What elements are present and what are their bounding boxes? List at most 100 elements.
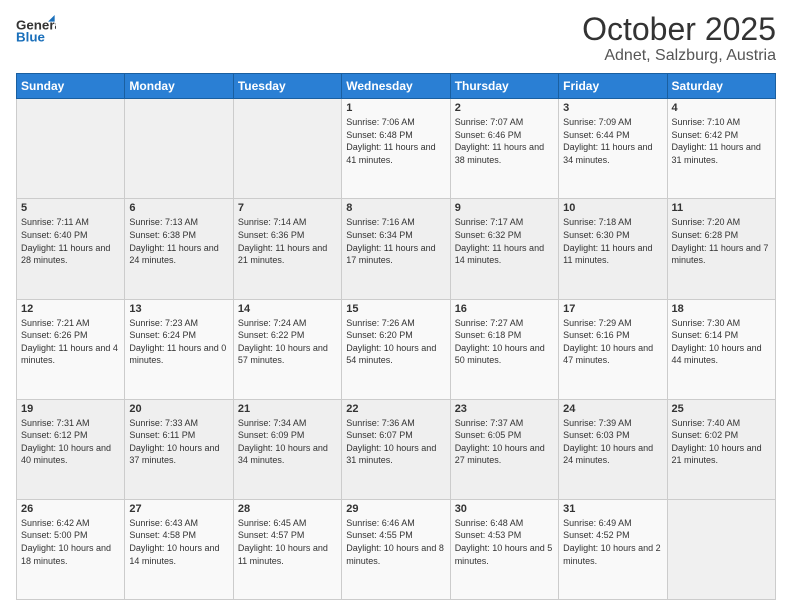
- day-info: Sunrise: 7:27 AM Sunset: 6:18 PM Dayligh…: [455, 317, 554, 367]
- day-number: 25: [672, 403, 771, 415]
- day-cell: 10 Sunrise: 7:18 AM Sunset: 6:30 PM Dayli…: [559, 199, 667, 299]
- day-number: 16: [455, 303, 554, 315]
- day-cell: 16 Sunrise: 7:27 AM Sunset: 6:18 PM Dayli…: [450, 299, 558, 399]
- col-thursday: Thursday: [450, 74, 558, 99]
- day-cell: 6 Sunrise: 7:13 AM Sunset: 6:38 PM Daylig…: [125, 199, 233, 299]
- day-number: 9: [455, 202, 554, 214]
- day-cell: 29 Sunrise: 6:46 AM Sunset: 4:55 PM Dayli…: [342, 499, 450, 599]
- day-info: Sunrise: 6:48 AM Sunset: 4:53 PM Dayligh…: [455, 517, 554, 567]
- col-friday: Friday: [559, 74, 667, 99]
- day-cell: 15Sunrise: 7:26 AM Sunset: 6:20 PM Dayli…: [342, 299, 450, 399]
- day-info: Sunrise: 6:42 AM Sunset: 5:00 PM Dayligh…: [21, 517, 120, 567]
- day-cell: [17, 99, 125, 199]
- day-number: 14: [238, 303, 337, 315]
- day-number: 17: [563, 303, 662, 315]
- day-number: 13: [129, 303, 228, 315]
- day-info: Sunrise: 6:46 AM Sunset: 4:55 PM Dayligh…: [346, 517, 445, 567]
- day-cell: 12 Sunrise: 7:21 AM Sunset: 6:26 PM Dayli…: [17, 299, 125, 399]
- day-number: 2: [455, 102, 554, 114]
- day-cell: [125, 99, 233, 199]
- title-block: October 2025 Adnet, Salzburg, Austria: [582, 12, 776, 65]
- day-number: 6: [129, 202, 228, 214]
- day-number: 12: [21, 303, 120, 315]
- day-number: 20: [129, 403, 228, 415]
- day-info: Sunrise: 7:23 AM Sunset: 6:24 PM Dayligh…: [129, 317, 228, 367]
- svg-text:Blue: Blue: [16, 30, 45, 45]
- col-wednesday: Wednesday: [342, 74, 450, 99]
- day-info: Sunrise: 7:34 AM Sunset: 6:09 PM Dayligh…: [238, 417, 337, 467]
- header: General Blue October 2025 Adnet, Salzbur…: [16, 12, 776, 65]
- day-cell: 13 Sunrise: 7:23 AM Sunset: 6:24 PM Dayli…: [125, 299, 233, 399]
- day-info: Sunrise: 7:14 AM Sunset: 6:36 PM Dayligh…: [238, 216, 337, 266]
- col-tuesday: Tuesday: [233, 74, 341, 99]
- day-info: Sunrise: 6:45 AM Sunset: 4:57 PM Dayligh…: [238, 517, 337, 567]
- day-number: 19: [21, 403, 120, 415]
- day-info: Sunrise: 7:13 AM Sunset: 6:38 PM Dayligh…: [129, 216, 228, 266]
- day-cell: 4Sunrise: 7:10 AM Sunset: 6:42 PM Daylig…: [667, 99, 775, 199]
- day-cell: 18Sunrise: 7:30 AM Sunset: 6:14 PM Dayli…: [667, 299, 775, 399]
- day-number: 5: [21, 202, 120, 214]
- day-number: 29: [346, 503, 445, 515]
- day-number: 21: [238, 403, 337, 415]
- day-info: Sunrise: 7:36 AM Sunset: 6:07 PM Dayligh…: [346, 417, 445, 467]
- day-info: Sunrise: 7:18 AM Sunset: 6:30 PM Dayligh…: [563, 216, 662, 266]
- day-cell: 3 Sunrise: 7:09 AM Sunset: 6:44 PM Daylig…: [559, 99, 667, 199]
- day-cell: 19Sunrise: 7:31 AM Sunset: 6:12 PM Dayli…: [17, 399, 125, 499]
- day-number: 23: [455, 403, 554, 415]
- day-cell: 28 Sunrise: 6:45 AM Sunset: 4:57 PM Dayli…: [233, 499, 341, 599]
- week-row-0: 1Sunrise: 7:06 AM Sunset: 6:48 PM Daylig…: [17, 99, 776, 199]
- day-info: Sunrise: 7:33 AM Sunset: 6:11 PM Dayligh…: [129, 417, 228, 467]
- day-number: 15: [346, 303, 445, 315]
- day-info: Sunrise: 6:43 AM Sunset: 4:58 PM Dayligh…: [129, 517, 228, 567]
- day-number: 24: [563, 403, 662, 415]
- col-sunday: Sunday: [17, 74, 125, 99]
- calendar-body: 1Sunrise: 7:06 AM Sunset: 6:48 PM Daylig…: [17, 99, 776, 600]
- day-number: 22: [346, 403, 445, 415]
- week-row-3: 19Sunrise: 7:31 AM Sunset: 6:12 PM Dayli…: [17, 399, 776, 499]
- day-info: Sunrise: 6:49 AM Sunset: 4:52 PM Dayligh…: [563, 517, 662, 567]
- col-saturday: Saturday: [667, 74, 775, 99]
- day-cell: 7 Sunrise: 7:14 AM Sunset: 6:36 PM Daylig…: [233, 199, 341, 299]
- day-info: Sunrise: 7:20 AM Sunset: 6:28 PM Dayligh…: [672, 216, 771, 266]
- day-info: Sunrise: 7:10 AM Sunset: 6:42 PM Dayligh…: [672, 116, 771, 166]
- header-row: Sunday Monday Tuesday Wednesday Thursday…: [17, 74, 776, 99]
- calendar-table: Sunday Monday Tuesday Wednesday Thursday…: [16, 73, 776, 600]
- day-info: Sunrise: 7:39 AM Sunset: 6:03 PM Dayligh…: [563, 417, 662, 467]
- day-number: 26: [21, 503, 120, 515]
- day-cell: 1Sunrise: 7:06 AM Sunset: 6:48 PM Daylig…: [342, 99, 450, 199]
- day-info: Sunrise: 7:09 AM Sunset: 6:44 PM Dayligh…: [563, 116, 662, 166]
- day-info: Sunrise: 7:17 AM Sunset: 6:32 PM Dayligh…: [455, 216, 554, 266]
- day-cell: 25 Sunrise: 7:40 AM Sunset: 6:02 PM Dayli…: [667, 399, 775, 499]
- day-number: 1: [346, 102, 445, 114]
- day-cell: 5 Sunrise: 7:11 AM Sunset: 6:40 PM Daylig…: [17, 199, 125, 299]
- day-info: Sunrise: 7:11 AM Sunset: 6:40 PM Dayligh…: [21, 216, 120, 266]
- day-info: Sunrise: 7:07 AM Sunset: 6:46 PM Dayligh…: [455, 116, 554, 166]
- day-number: 27: [129, 503, 228, 515]
- day-number: 30: [455, 503, 554, 515]
- day-cell: 21 Sunrise: 7:34 AM Sunset: 6:09 PM Dayli…: [233, 399, 341, 499]
- day-cell: [233, 99, 341, 199]
- day-number: 3: [563, 102, 662, 114]
- day-number: 28: [238, 503, 337, 515]
- day-info: Sunrise: 7:16 AM Sunset: 6:34 PM Dayligh…: [346, 216, 445, 266]
- week-row-2: 12 Sunrise: 7:21 AM Sunset: 6:26 PM Dayli…: [17, 299, 776, 399]
- day-cell: 8 Sunrise: 7:16 AM Sunset: 6:34 PM Daylig…: [342, 199, 450, 299]
- day-cell: [667, 499, 775, 599]
- day-info: Sunrise: 7:40 AM Sunset: 6:02 PM Dayligh…: [672, 417, 771, 467]
- day-info: Sunrise: 7:37 AM Sunset: 6:05 PM Dayligh…: [455, 417, 554, 467]
- logo: General Blue: [16, 12, 56, 50]
- day-cell: 27 Sunrise: 6:43 AM Sunset: 4:58 PM Dayli…: [125, 499, 233, 599]
- day-info: Sunrise: 7:30 AM Sunset: 6:14 PM Dayligh…: [672, 317, 771, 367]
- day-cell: 22 Sunrise: 7:36 AM Sunset: 6:07 PM Dayli…: [342, 399, 450, 499]
- day-info: Sunrise: 7:21 AM Sunset: 6:26 PM Dayligh…: [21, 317, 120, 367]
- week-row-4: 26 Sunrise: 6:42 AM Sunset: 5:00 PM Dayli…: [17, 499, 776, 599]
- day-cell: 24 Sunrise: 7:39 AM Sunset: 6:03 PM Dayli…: [559, 399, 667, 499]
- day-number: 8: [346, 202, 445, 214]
- calendar-title: October 2025: [582, 12, 776, 47]
- calendar-subtitle: Adnet, Salzburg, Austria: [582, 47, 776, 65]
- calendar-header: Sunday Monday Tuesday Wednesday Thursday…: [17, 74, 776, 99]
- day-number: 10: [563, 202, 662, 214]
- day-number: 31: [563, 503, 662, 515]
- day-number: 7: [238, 202, 337, 214]
- week-row-1: 5 Sunrise: 7:11 AM Sunset: 6:40 PM Daylig…: [17, 199, 776, 299]
